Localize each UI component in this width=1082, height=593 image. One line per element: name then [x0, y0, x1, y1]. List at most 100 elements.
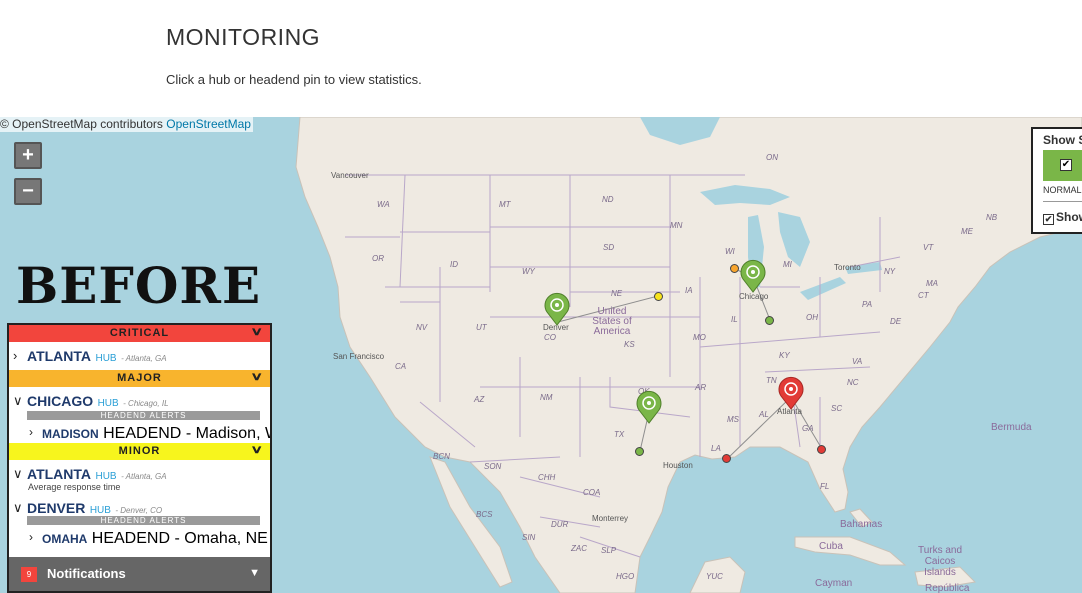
- normal-checkbox[interactable]: ✔: [1060, 159, 1072, 171]
- normal-label: NORMAL: [1043, 185, 1082, 195]
- headend-marker[interactable]: [817, 445, 826, 454]
- headend-name: OMAHA: [42, 532, 88, 546]
- headend-madison-marker[interactable]: [730, 264, 739, 273]
- label-bahamas: Bahamas: [840, 519, 883, 530]
- hub-location: - Atlanta, GA: [121, 472, 167, 481]
- label-vancouver: Vancouver: [331, 171, 369, 180]
- label-monterrey: Monterrey: [592, 514, 629, 523]
- label-sd: SD: [603, 243, 615, 252]
- hub-name: DENVER: [27, 500, 86, 516]
- label-sin: SIN: [522, 533, 536, 542]
- hub-pin-chicago[interactable]: [739, 259, 767, 293]
- critical-header[interactable]: CRITICAL ∨: [9, 325, 270, 342]
- zoom-in-button[interactable]: +: [14, 142, 42, 169]
- label-de: DE: [890, 317, 902, 326]
- label-ky: KY: [779, 351, 790, 360]
- chevron-down-icon[interactable]: ∨: [250, 369, 265, 386]
- page-subtitle: Click a hub or headend pin to view stati…: [166, 72, 422, 87]
- label-tx: TX: [614, 430, 625, 439]
- chevron-down-icon[interactable]: ∨: [13, 500, 23, 516]
- hub-name: ATLANTA: [27, 348, 92, 364]
- critical-label: CRITICAL: [109, 327, 170, 339]
- label-tn: TN: [766, 376, 777, 385]
- label-dur: DUR: [551, 520, 569, 529]
- label-ks: KS: [624, 340, 635, 349]
- map-view[interactable]: © OpenStreetMap contributors OpenStreetM…: [0, 117, 1082, 593]
- list-item[interactable]: ∨ ATLANTA HUB - Atlanta, GA: [9, 460, 270, 482]
- list-item[interactable]: › ATLANTA HUB - Atlanta, GA: [9, 342, 270, 370]
- major-label: MAJOR: [117, 372, 162, 384]
- hub-pin-dallas[interactable]: [635, 390, 663, 424]
- label-slp: SLP: [601, 546, 617, 555]
- caret-down-icon[interactable]: ▼: [249, 567, 260, 579]
- label-wi: WI: [725, 247, 735, 256]
- show-label: Show: [1056, 210, 1082, 224]
- label-hgo: HGO: [616, 572, 635, 581]
- chevron-down-icon[interactable]: ∨: [250, 442, 265, 459]
- major-header[interactable]: MAJOR ∨: [9, 370, 270, 387]
- minor-label: MINOR: [118, 445, 161, 457]
- chevron-down-icon[interactable]: ∨: [13, 466, 23, 482]
- label-son: SON: [484, 462, 502, 471]
- chevron-right-icon[interactable]: ›: [29, 425, 33, 439]
- label-oh: OH: [806, 313, 818, 322]
- label-nc: NC: [847, 378, 859, 387]
- label-ia: IA: [685, 286, 693, 295]
- label-yuc: YUC: [706, 572, 723, 581]
- hub-name: ATLANTA: [27, 466, 92, 482]
- label-ga: GA: [802, 424, 814, 433]
- label-mt: MT: [499, 200, 511, 209]
- label-or: OR: [372, 254, 384, 263]
- headend-marker[interactable]: [765, 316, 774, 325]
- headend-omaha-marker[interactable]: [654, 292, 663, 301]
- hub-pin-denver[interactable]: [543, 292, 571, 326]
- label-republica: República: [925, 583, 970, 593]
- list-item[interactable]: › MADISON HEADEND - Madison, WI: [9, 420, 270, 443]
- label-va: VA: [852, 357, 863, 366]
- cuba: [794, 536, 907, 566]
- label-il: IL: [731, 315, 738, 324]
- label-mn: MN: [670, 221, 683, 230]
- label-bermuda: Bermuda: [991, 422, 1032, 433]
- label-chicago: Chicago: [739, 292, 769, 301]
- chevron-right-icon[interactable]: ›: [13, 348, 17, 363]
- label-ms: MS: [727, 415, 739, 424]
- label-wa: WA: [377, 200, 390, 209]
- list-item[interactable]: ∨ DENVER HUB - Denver, CO: [9, 494, 270, 516]
- headend-location: - Omaha, NE: [174, 530, 268, 547]
- label-co: CO: [544, 333, 556, 342]
- headend-marker[interactable]: [722, 454, 731, 463]
- hub-pin-atlanta[interactable]: [777, 376, 805, 410]
- label-houston: Houston: [663, 461, 693, 470]
- hub-name: CHICAGO: [27, 393, 94, 409]
- label-nm: NM: [540, 393, 553, 402]
- list-item[interactable]: ∨ CHICAGO HUB - Chicago, IL: [9, 387, 270, 411]
- label-sc: SC: [831, 404, 843, 413]
- list-item[interactable]: › OMAHA HEADEND - Omaha, NE: [9, 525, 270, 548]
- label-id: ID: [450, 260, 458, 269]
- zoom-out-button[interactable]: −: [14, 178, 42, 205]
- legend-show-toggle[interactable]: ✔Show: [1043, 210, 1082, 225]
- osm-link[interactable]: OpenStreetMap: [166, 117, 251, 131]
- label-united-states: United States of America: [592, 306, 632, 337]
- attribution-text: © OpenStreetMap contributors: [0, 117, 163, 131]
- chevron-right-icon[interactable]: ›: [29, 530, 33, 544]
- chevron-down-icon[interactable]: ∨: [13, 393, 23, 409]
- label-zac: ZAC: [571, 544, 587, 553]
- label-coa: COA: [583, 488, 601, 497]
- normal-status-swatch[interactable]: ✔: [1043, 150, 1082, 181]
- chevron-down-icon[interactable]: ∨: [250, 325, 265, 341]
- label-nv: NV: [416, 323, 428, 332]
- label-san-francisco: San Francisco: [333, 352, 385, 361]
- hub-type: HUB: [95, 353, 117, 364]
- notifications-bar[interactable]: 9 Notifications ▼: [9, 557, 270, 591]
- minor-header[interactable]: MINOR ∨: [9, 443, 270, 460]
- legend-divider: [1043, 201, 1082, 202]
- label-on: ON: [766, 153, 778, 162]
- label-ut: UT: [476, 323, 487, 332]
- page-header: MONITORING Click a hub or headend pin to…: [0, 0, 1082, 117]
- label-al: AL: [759, 410, 769, 419]
- show-checkbox[interactable]: ✔: [1043, 214, 1054, 225]
- headend-marker[interactable]: [635, 447, 644, 456]
- notifications-label: Notifications: [47, 566, 126, 581]
